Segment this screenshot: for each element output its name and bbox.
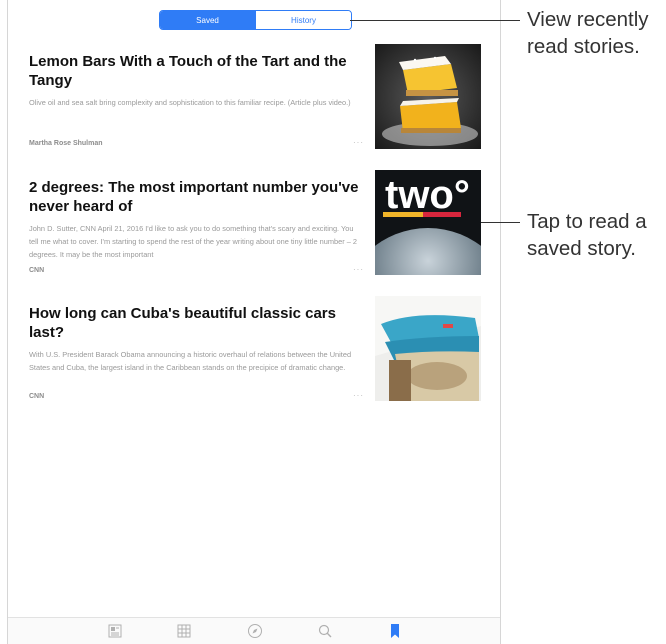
tab-favorites[interactable]: [170, 620, 198, 644]
tab-bar: [8, 617, 500, 644]
saved-segment[interactable]: Saved: [160, 11, 255, 29]
story-source: CNN: [29, 267, 45, 274]
history-segment[interactable]: History: [255, 11, 351, 29]
ipad-screen: Saved History Lemon Bars With a Touch of…: [7, 0, 501, 644]
saved-bookmark-icon: [391, 624, 399, 638]
more-options-icon[interactable]: ···: [353, 391, 364, 400]
story-excerpt: Olive oil and sea salt bring complexity …: [29, 98, 351, 107]
search-icon: [318, 624, 332, 638]
for-you-icon: [108, 624, 122, 638]
saved-history-segmented-control[interactable]: Saved History: [159, 10, 352, 30]
callout-saved-story-line-2: saved story.: [527, 237, 636, 260]
callout-history-line-2: read stories.: [527, 35, 640, 58]
saved-story-2[interactable]: 2 degrees: The most important number you…: [8, 170, 502, 288]
story-source: CNN: [29, 393, 45, 400]
favorites-grid-icon: [177, 624, 191, 638]
story-excerpt: With U.S. President Barack Obama announc…: [29, 350, 352, 372]
thumbnail-wordmark: two°: [385, 173, 470, 217]
callout-saved-story: Tap to read a saved story.: [527, 208, 647, 262]
callout-history-line-1: View recently: [527, 8, 649, 31]
callout-history: View recently read stories.: [527, 6, 649, 60]
story-text: How long can Cuba's beautiful classic ca…: [29, 304, 364, 374]
story-source: Martha Rose Shulman: [29, 140, 103, 147]
tab-for-you[interactable]: [101, 620, 129, 644]
tab-saved[interactable]: [381, 620, 409, 644]
saved-story-1[interactable]: Lemon Bars With a Touch of the Tart and …: [8, 44, 502, 162]
story-text: Lemon Bars With a Touch of the Tart and …: [29, 52, 364, 109]
story-headline: How long can Cuba's beautiful classic ca…: [29, 305, 336, 341]
more-options-icon[interactable]: ···: [353, 138, 364, 147]
more-options-icon[interactable]: ···: [353, 265, 364, 274]
story-headline: Lemon Bars With a Touch of the Tart and …: [29, 53, 347, 89]
tab-explore[interactable]: [241, 620, 269, 644]
story-thumbnail-two-degrees: two°: [375, 170, 481, 275]
story-headline: 2 degrees: The most important number you…: [29, 179, 359, 215]
story-thumbnail-classic-car: [375, 296, 481, 401]
callout-leader-history: [350, 20, 520, 21]
callout-saved-story-line-1: Tap to read a: [527, 210, 647, 233]
callout-leader-saved-story: [481, 222, 520, 223]
story-excerpt: John D. Sutter, CNN April 21, 2016 I'd l…: [29, 224, 357, 259]
explore-compass-icon: [248, 624, 262, 638]
story-thumbnail-lemon-bars: [375, 44, 481, 149]
saved-story-3[interactable]: How long can Cuba's beautiful classic ca…: [8, 296, 502, 414]
tab-search[interactable]: [311, 620, 339, 644]
story-text: 2 degrees: The most important number you…: [29, 178, 364, 261]
